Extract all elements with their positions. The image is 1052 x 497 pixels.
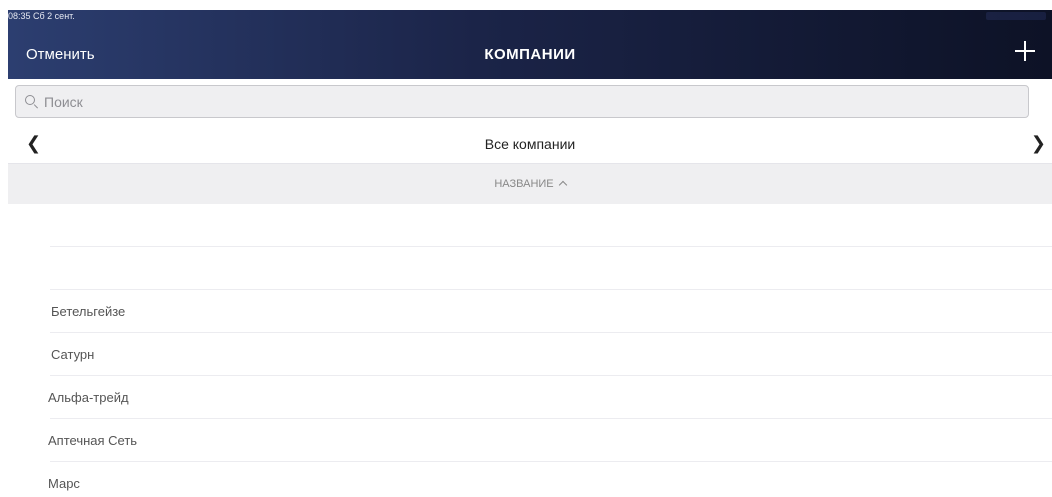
list-item[interactable] [8,204,1052,247]
company-name: Аптечная Сеть [48,433,138,448]
filter-navigator: ❮ Все компании ❯ [8,122,1052,164]
nav-bar: 08:35 Сб 2 сент. Отменить КОМПАНИИ [8,10,1052,79]
plus-icon[interactable] [1012,38,1038,64]
list-item[interactable]: Марс [8,462,1052,497]
company-name: Альфа-трейд [48,390,129,405]
page-title: КОМПАНИИ [484,46,576,63]
search-input[interactable] [44,93,944,110]
list-item[interactable]: Аптечная Сеть [8,419,1052,462]
company-name: Марс [48,476,80,491]
filter-label: Все компании [484,136,576,152]
company-list: Бетельгейзе Сатурн Альфа-трейд Аптечная … [8,204,1052,497]
search-bar[interactable] [15,85,1029,118]
column-header-label: НАЗВАНИЕ [494,178,554,190]
list-item[interactable]: Альфа-трейд [8,376,1052,419]
company-name: Сатурн [51,347,95,362]
sort-by-name-header[interactable]: НАЗВАНИЕ [8,164,1052,204]
list-item[interactable]: Сатурн [8,333,1052,376]
chevron-up-icon [558,180,567,190]
chevron-right-icon[interactable]: ❯ [1031,134,1046,152]
status-bar-time: 08:35 Сб 2 сент. [8,11,75,21]
company-name: Бетельгейзе [51,304,126,319]
list-item[interactable] [8,247,1052,290]
status-indicators [986,12,1046,20]
list-item[interactable]: Бетельгейзе [8,290,1052,333]
search-icon [24,94,40,110]
